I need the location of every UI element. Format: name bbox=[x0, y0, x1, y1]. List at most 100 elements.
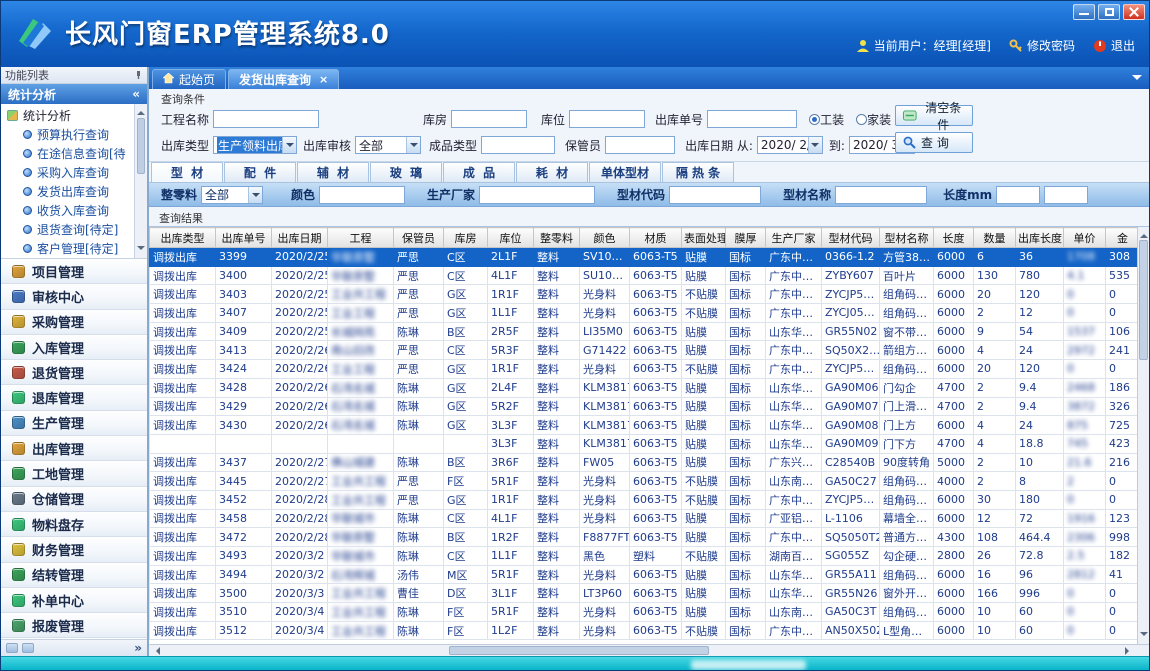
maximize-button[interactable] bbox=[1098, 4, 1120, 20]
table-row[interactable]: 调拨出库34932020/3/2华联城市陈琳C区1L1F整料黑色塑料不贴膜国标湖… bbox=[150, 547, 1138, 566]
column-header[interactable]: 出库类型 bbox=[150, 228, 216, 248]
column-header[interactable]: 库位 bbox=[488, 228, 534, 248]
tree-item[interactable]: 采购入库查询 bbox=[1, 163, 134, 182]
close-icon[interactable]: × bbox=[319, 74, 328, 85]
table-row[interactable]: 调拨出库34582020/2/28华联城市陈琳C区4L1F整料光身料6063-T… bbox=[150, 509, 1138, 528]
vertical-scroll-thumb[interactable] bbox=[1139, 240, 1148, 360]
close-button[interactable] bbox=[1123, 4, 1145, 20]
nav-pane-icon-2[interactable] bbox=[22, 643, 34, 653]
material-tab[interactable]: 单体型材 bbox=[589, 162, 661, 182]
gongzhuang-radio[interactable] bbox=[809, 114, 820, 125]
table-row[interactable]: 调拨出库34032020/2/25工业共工程严思G区1R1F整料光身料6063-… bbox=[150, 285, 1138, 304]
minimize-button[interactable] bbox=[1073, 4, 1095, 20]
tab-list-dropdown-icon[interactable] bbox=[1132, 75, 1142, 85]
project-name-input[interactable] bbox=[213, 110, 319, 128]
sidebar-menu-item[interactable]: 结转管理 bbox=[1, 563, 147, 588]
date-from-picker[interactable]: 2020/ 2/16 bbox=[757, 136, 823, 154]
warehouse-input[interactable] bbox=[451, 110, 527, 128]
sidebar-menu-item[interactable]: 工地管理 bbox=[1, 461, 147, 486]
horizontal-scroll-thumb[interactable] bbox=[449, 646, 709, 655]
table-row[interactable]: 3L3F整料KLM38176063-T5贴膜国标山东华…GA90M09…门下方4… bbox=[150, 434, 1138, 453]
tab-发货出库查询[interactable]: 发货出库查询× bbox=[228, 69, 339, 89]
maker-input[interactable] bbox=[479, 186, 595, 204]
column-header[interactable]: 出库长度 bbox=[1016, 228, 1064, 248]
column-header[interactable]: 生产厂家 bbox=[766, 228, 822, 248]
jiazhuang-radio[interactable] bbox=[856, 114, 867, 125]
tab-起始页[interactable]: 起始页 bbox=[152, 69, 226, 89]
column-header[interactable]: 颜色 bbox=[580, 228, 630, 248]
scroll-down-icon[interactable] bbox=[1140, 632, 1148, 640]
location-input[interactable] bbox=[569, 110, 645, 128]
table-row[interactable]: 调拨出库34292020/2/26石湾名城陈琳G区5R2F整料KLM381760… bbox=[150, 397, 1138, 416]
color-input[interactable] bbox=[319, 186, 405, 204]
change-password-button[interactable]: 修改密码 bbox=[1009, 37, 1075, 54]
logout-button[interactable]: 退出 bbox=[1093, 37, 1135, 54]
material-tab[interactable]: 玻 璃 bbox=[370, 162, 442, 182]
sidebar-menu-item[interactable]: 生产管理 bbox=[1, 411, 147, 436]
tree-item[interactable]: 退货查询[待定] bbox=[1, 220, 134, 239]
sidebar-menu-item[interactable]: 项目管理 bbox=[1, 259, 147, 284]
nav-pane-icon[interactable] bbox=[6, 643, 18, 653]
keeper-input[interactable] bbox=[605, 136, 675, 154]
column-header[interactable]: 整零料 bbox=[534, 228, 580, 248]
tree-item[interactable]: 收货入库查询 bbox=[1, 201, 134, 220]
material-tab[interactable]: 隔 热 条 bbox=[662, 162, 734, 182]
table-row[interactable]: 调拨出库34302020/2/26石湾名城陈琳G区3L3F整料KLM381760… bbox=[150, 416, 1138, 435]
sidebar-menu-item[interactable]: 仓储管理 bbox=[1, 487, 147, 512]
material-tab[interactable]: 成 品 bbox=[443, 162, 515, 182]
table-row[interactable]: 调拨出库34282020/2/26石湾名城陈琳G区2L4F整料KLM381760… bbox=[150, 378, 1138, 397]
scroll-up-icon[interactable] bbox=[137, 107, 145, 115]
tree-scrollbar[interactable] bbox=[134, 104, 147, 258]
material-tab[interactable]: 耗 材 bbox=[516, 162, 588, 182]
table-row[interactable]: 调拨出库34092020/2/25长城网苑陈琳B区2R5F整料LI35M0606… bbox=[150, 322, 1138, 341]
table-row[interactable]: 调拨出库34722020/2/28华联原墅陈琳B区1R2F整料F8877FT60… bbox=[150, 528, 1138, 547]
column-header[interactable]: 型材代码 bbox=[822, 228, 880, 248]
scroll-right-icon[interactable] bbox=[1125, 647, 1133, 655]
column-header[interactable]: 保管员 bbox=[394, 228, 444, 248]
column-header[interactable]: 表面处理 bbox=[682, 228, 726, 248]
sidebar-menu-item[interactable]: 退货管理 bbox=[1, 360, 147, 385]
product-type-input[interactable] bbox=[481, 136, 555, 154]
table-row[interactable]: 调拨出库34452020/2/27工业共工程严思F区5R1F整料光身料6063-… bbox=[150, 472, 1138, 491]
vertical-scrollbar[interactable] bbox=[1137, 227, 1149, 644]
column-header[interactable]: 长度 bbox=[934, 228, 974, 248]
sidebar-menu-item[interactable]: 采购管理 bbox=[1, 310, 147, 335]
chevron-down-icon[interactable] bbox=[808, 137, 822, 153]
material-tab[interactable]: 型 材 bbox=[151, 162, 223, 182]
table-row[interactable]: 调拨出库34132020/2/26南山旧改严思C区5R3F整料G71422606… bbox=[150, 341, 1138, 360]
profile-code-input[interactable] bbox=[669, 186, 761, 204]
sidebar-menu-item[interactable]: 退库管理 bbox=[1, 385, 147, 410]
clear-conditions-button[interactable]: 清空条件 bbox=[895, 105, 973, 126]
profile-name-input[interactable] bbox=[835, 186, 927, 204]
table-row[interactable]: 调拨出库33992020/2/25华联原墅严思C区2L1F整料SV10…6063… bbox=[150, 248, 1138, 267]
sidebar-menu-item[interactable]: 审核中心 bbox=[1, 284, 147, 309]
search-button[interactable]: 查 询 bbox=[895, 132, 973, 153]
tree-root-item[interactable]: 统计分析 bbox=[1, 106, 134, 125]
chevron-down-icon[interactable] bbox=[406, 137, 420, 153]
pin-icon[interactable] bbox=[133, 70, 143, 80]
out-type-combo[interactable]: 生产领料出库 bbox=[213, 136, 297, 154]
horizontal-scrollbar[interactable] bbox=[149, 644, 1149, 656]
tree-item[interactable]: 在途信息查询[待 bbox=[1, 144, 134, 163]
material-tab[interactable]: 辅 材 bbox=[297, 162, 369, 182]
sidebar-menu-item[interactable]: 财务管理 bbox=[1, 537, 147, 562]
table-row[interactable]: 调拨出库34072020/2/25工业工程严思G区1L1F整料光身料6063-T… bbox=[150, 304, 1138, 323]
column-header[interactable]: 膜厚 bbox=[726, 228, 766, 248]
column-header[interactable]: 工程 bbox=[328, 228, 394, 248]
column-header[interactable]: 出库单号 bbox=[216, 228, 272, 248]
order-no-input[interactable] bbox=[707, 110, 797, 128]
column-header[interactable]: 材质 bbox=[630, 228, 682, 248]
column-header[interactable]: 库房 bbox=[444, 228, 488, 248]
tree-scroll-thumb[interactable] bbox=[137, 118, 145, 174]
sidebar-menu-item[interactable]: 物料盘存 bbox=[1, 512, 147, 537]
column-header[interactable]: 数量 bbox=[974, 228, 1016, 248]
table-row[interactable]: 调拨出库34522020/2/28工业共工程严思G区1R1F整料光身料6063-… bbox=[150, 490, 1138, 509]
audit-combo[interactable]: 全部 bbox=[355, 136, 421, 154]
tree-item[interactable]: 预算执行查询 bbox=[1, 125, 134, 144]
table-row[interactable]: 调拨出库34942020/3/2石湾辉城汤伟M区5R1F整料光身料6063-T5… bbox=[150, 565, 1138, 584]
sidebar-menu-item[interactable]: 入库管理 bbox=[1, 335, 147, 360]
chevron-down-icon[interactable] bbox=[248, 187, 262, 203]
zhengling-combo[interactable]: 全部 bbox=[201, 186, 263, 204]
material-tab[interactable]: 配 件 bbox=[224, 162, 296, 182]
column-header[interactable]: 出库日期 bbox=[272, 228, 328, 248]
